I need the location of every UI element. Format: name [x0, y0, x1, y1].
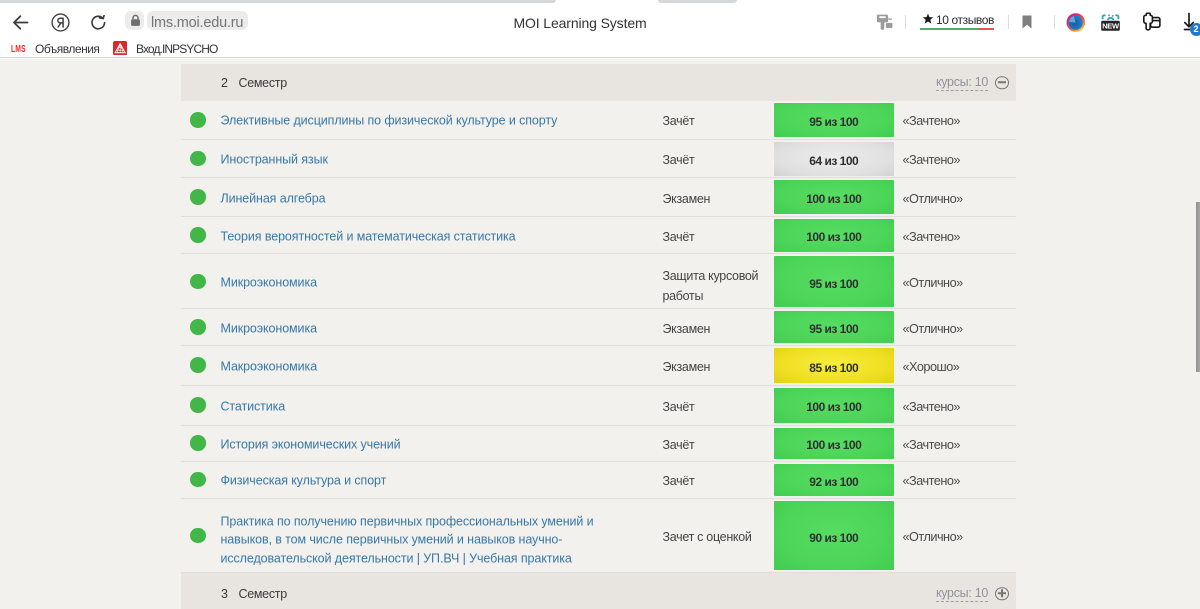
svg-text:NEW: NEW — [1102, 22, 1120, 31]
